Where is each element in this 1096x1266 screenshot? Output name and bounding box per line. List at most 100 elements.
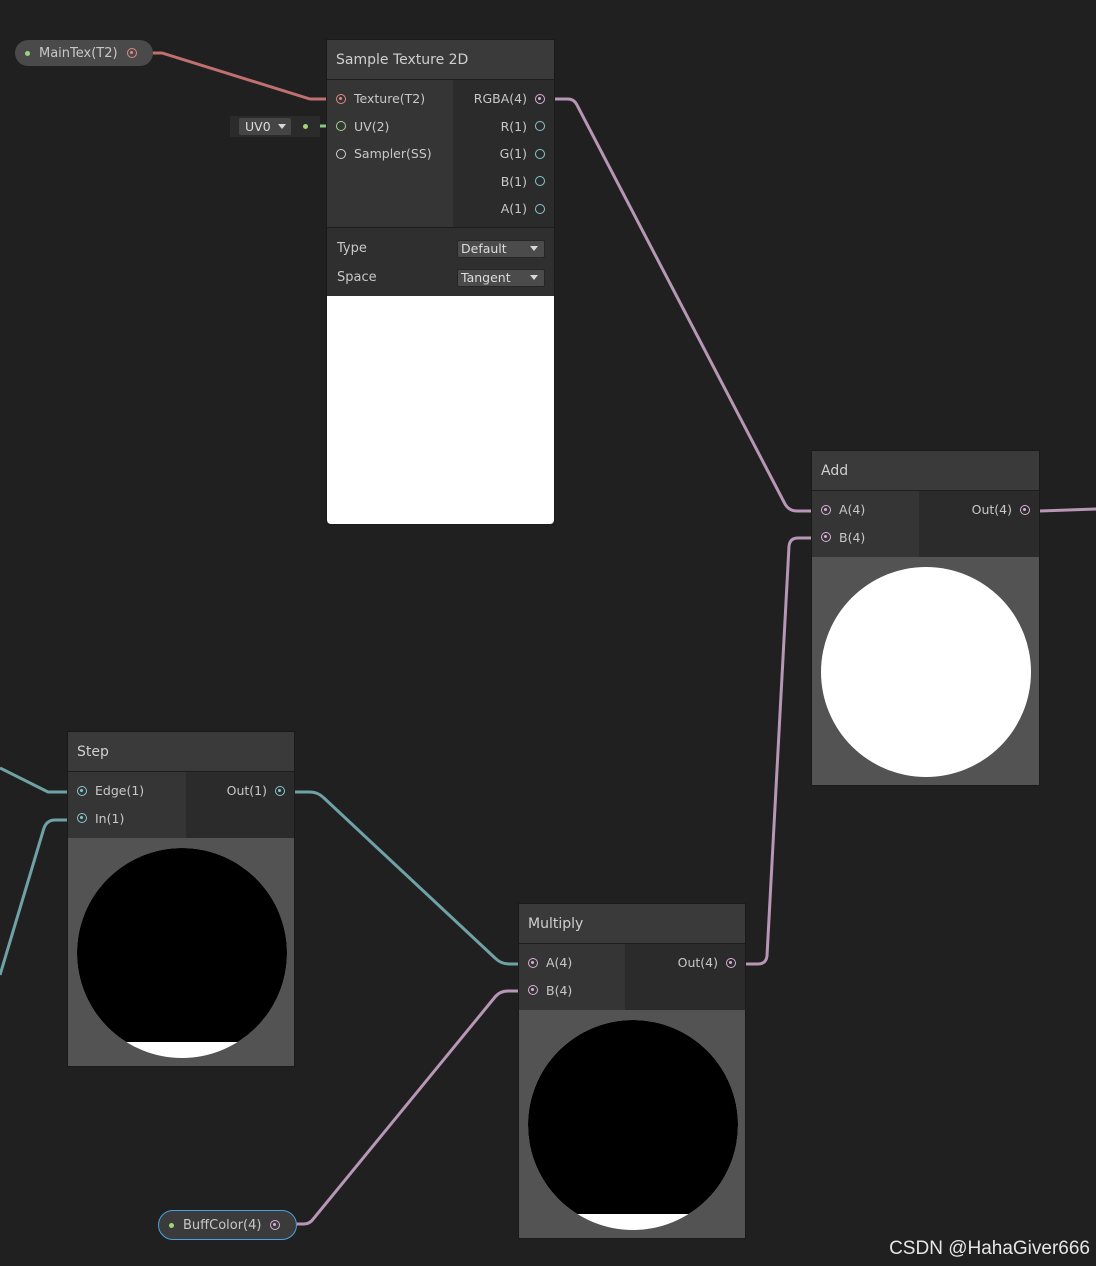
input-ports: Texture(T2) UV(2) Sampler(SS) — [327, 80, 453, 227]
add-preview — [812, 557, 1039, 785]
preview-sphere — [77, 848, 287, 1058]
input-ports: A(4) B(4) — [519, 944, 625, 1010]
preview-sphere — [821, 567, 1031, 777]
input-texture[interactable]: Texture(T2) — [327, 85, 453, 113]
wire-step-out-to-multiply-a[interactable] — [295, 790, 532, 966]
output-ports: Out(4) — [625, 944, 745, 1010]
input-a[interactable]: A(4) — [519, 949, 625, 977]
input-in[interactable]: In(1) — [68, 805, 186, 833]
port-label: B(1) — [500, 173, 527, 189]
b-input-port[interactable] — [821, 532, 831, 543]
uv-channel-value: UV0 — [245, 119, 271, 134]
out-output-port[interactable] — [275, 785, 285, 796]
step-node[interactable]: Step Edge(1) In(1) Out(1) — [67, 731, 295, 1067]
node-ports: Texture(T2) UV(2) Sampler(SS) RGBA(4) R(… — [327, 80, 554, 227]
uv-input-port[interactable] — [336, 121, 346, 132]
a-input-port[interactable] — [821, 504, 831, 515]
port-label: Out(4) — [677, 955, 718, 971]
preview-sphere — [528, 1020, 738, 1230]
b-output-port[interactable] — [535, 176, 545, 187]
output-out[interactable]: Out(4) — [625, 949, 745, 977]
input-b[interactable]: B(4) — [812, 524, 919, 552]
port-label: B(4) — [839, 529, 866, 545]
uv-connector-dot — [303, 124, 308, 129]
node-title[interactable]: Multiply — [519, 904, 745, 944]
port-label: A(4) — [839, 502, 866, 518]
space-dropdown[interactable]: Tangent — [457, 268, 545, 287]
a-input-port[interactable] — [528, 957, 538, 968]
out-output-port[interactable] — [726, 957, 736, 968]
output-a[interactable]: A(1) — [453, 195, 554, 223]
input-uv[interactable]: UV(2) — [327, 113, 453, 141]
sphere-dark-region — [77, 848, 287, 1042]
buffcolor-output-port[interactable] — [270, 1220, 281, 1230]
output-ports: RGBA(4) R(1) G(1) B(1) A(1) — [453, 80, 554, 227]
rgba-output-port[interactable] — [535, 93, 545, 104]
texture-input-port[interactable] — [336, 93, 346, 104]
input-ports: A(4) B(4) — [812, 491, 919, 557]
output-ports: Out(1) — [186, 772, 294, 838]
a-output-port[interactable] — [535, 203, 545, 214]
texture-preview — [327, 296, 554, 524]
wire-buffcolor-to-multiply-b[interactable] — [297, 989, 532, 1226]
wire-add-out[interactable] — [1039, 507, 1096, 513]
output-out[interactable]: Out(4) — [919, 496, 1039, 524]
node-title[interactable]: Sample Texture 2D — [327, 40, 554, 80]
node-title[interactable]: Step — [68, 732, 294, 772]
output-r[interactable]: R(1) — [453, 113, 554, 141]
uv-channel-dropdown[interactable]: UV0 — [239, 118, 291, 135]
port-label: R(1) — [500, 118, 527, 134]
port-label: Texture(T2) — [354, 91, 426, 107]
node-ports: A(4) B(4) Out(4) — [812, 491, 1039, 557]
r-output-port[interactable] — [535, 121, 545, 132]
port-label: Sampler(SS) — [354, 146, 432, 162]
input-edge[interactable]: Edge(1) — [68, 777, 186, 805]
in-input-port[interactable] — [77, 813, 87, 824]
node-title[interactable]: Add — [812, 451, 1039, 491]
buffcolor-label: BuffColor(4) — [183, 1217, 262, 1233]
port-label: B(4) — [546, 982, 573, 998]
setting-label: Space — [337, 270, 377, 285]
node-ports: Edge(1) In(1) Out(1) — [68, 772, 294, 838]
g-output-port[interactable] — [535, 148, 545, 159]
input-ports: Edge(1) In(1) — [68, 772, 186, 838]
chevron-down-icon — [278, 124, 286, 129]
output-ports: Out(4) — [919, 491, 1039, 557]
maintex-property-node[interactable]: MainTex(T2) — [15, 40, 153, 66]
port-label: RGBA(4) — [473, 91, 527, 107]
out-output-port[interactable] — [1020, 504, 1030, 515]
maintex-output-port[interactable] — [126, 48, 137, 58]
input-sampler[interactable]: Sampler(SS) — [327, 140, 453, 168]
type-dropdown[interactable]: Default — [457, 239, 545, 258]
port-label: A(1) — [500, 201, 527, 217]
setting-space: Space Tangent — [337, 263, 545, 292]
property-indicator-dot — [25, 50, 30, 56]
step-preview — [68, 838, 294, 1066]
buffcolor-property-node[interactable]: BuffColor(4) — [158, 1210, 297, 1240]
input-a[interactable]: A(4) — [812, 496, 919, 524]
sampler-input-port[interactable] — [336, 148, 346, 159]
output-rgba[interactable]: RGBA(4) — [453, 85, 554, 113]
setting-label: Type — [337, 241, 367, 256]
port-label: UV(2) — [354, 118, 390, 134]
port-label: G(1) — [499, 146, 527, 162]
add-node[interactable]: Add A(4) B(4) Out(4) — [811, 450, 1040, 786]
input-b[interactable]: B(4) — [519, 977, 625, 1005]
edge-input-port[interactable] — [77, 785, 87, 796]
setting-type: Type Default — [337, 234, 545, 263]
output-out[interactable]: Out(1) — [186, 777, 294, 805]
wire-rgba-to-add-a[interactable] — [555, 97, 825, 513]
wire-maintex-to-texture[interactable] — [152, 51, 340, 101]
watermark: CSDN @HahaGiver666 — [889, 1238, 1090, 1259]
dropdown-value: Default — [461, 241, 507, 256]
multiply-node[interactable]: Multiply A(4) B(4) Out(4) — [518, 903, 746, 1239]
chevron-down-icon — [530, 246, 538, 251]
sample-texture-2d-node[interactable]: Sample Texture 2D Texture(T2) UV(2) Samp… — [326, 39, 555, 525]
port-label: In(1) — [95, 810, 125, 826]
multiply-preview — [519, 1010, 745, 1238]
sphere-dark-region — [528, 1020, 738, 1214]
output-g[interactable]: G(1) — [453, 140, 554, 168]
b-input-port[interactable] — [528, 985, 538, 996]
chevron-down-icon — [530, 275, 538, 280]
output-b[interactable]: B(1) — [453, 168, 554, 196]
